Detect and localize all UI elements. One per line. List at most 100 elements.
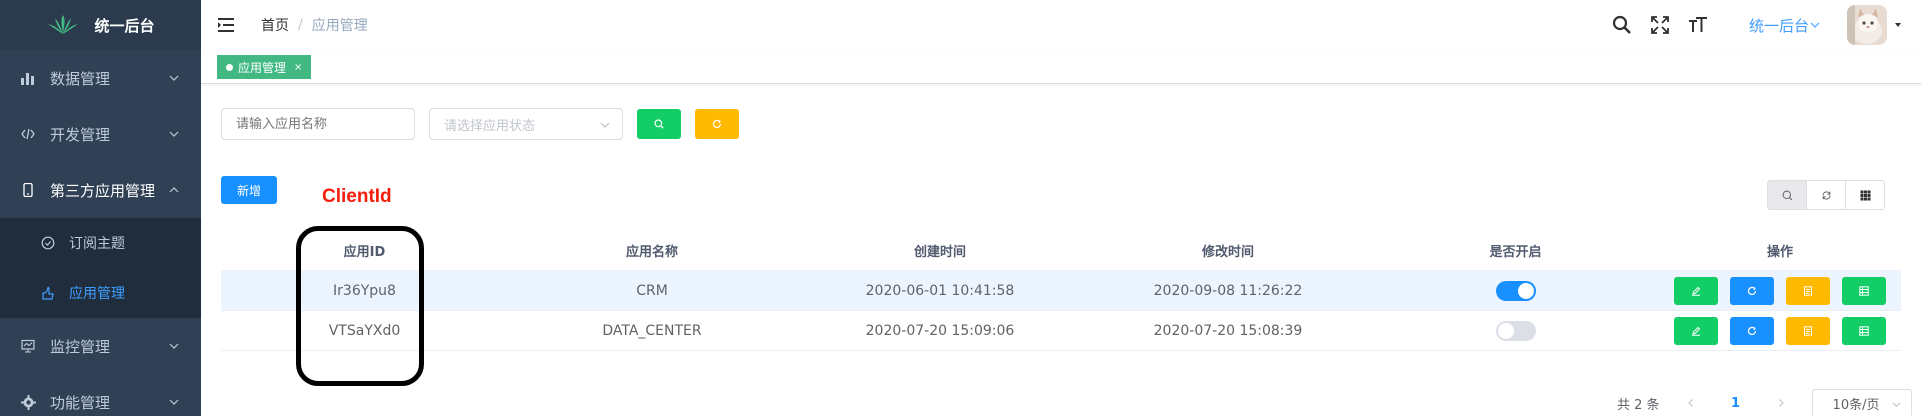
sidebar-item-label: 应用管理 [69,286,125,302]
pagination: 共 2 条 1 10条/页 [1617,389,1912,416]
refresh-button[interactable] [1806,180,1846,210]
search-button[interactable] [637,109,681,139]
sidebar-item-label: 订阅主题 [69,236,125,252]
table-header: 应用ID 应用名称 创建时间 修改时间 是否开启 操作 [221,230,1901,271]
subscribe-button[interactable] [1842,316,1886,345]
edit-button[interactable] [1674,276,1718,305]
breadcrumb-home[interactable]: 首页 [261,15,289,35]
refresh-icon [1747,326,1757,335]
document-icon [1804,285,1812,296]
reset-secret-button[interactable] [1730,276,1774,305]
cell-created: 2020-07-20 15:09:06 [865,322,1015,339]
sidebar-item-label: 监控管理 [50,337,111,356]
sidebar-item-monitor[interactable]: 监控管理 [0,318,201,374]
add-button[interactable]: 新增 [221,176,277,204]
avatar[interactable] [1847,5,1887,45]
document-button[interactable] [1786,316,1830,345]
right-menu: 统一后台 [1611,0,1921,50]
chevron-up-icon [169,187,179,193]
subscribe-button[interactable] [1842,276,1886,305]
logo[interactable]: 统一后台 [0,0,201,50]
user-menu-label: 统一后台 [1748,16,1809,35]
table-row[interactable]: VTSaYXd0 DATA_CENTER 2020-07-20 15:09:06… [221,311,1901,351]
reset-secret-button[interactable] [1730,316,1774,345]
chevron-down-icon [600,122,610,128]
close-icon[interactable]: × [294,62,302,73]
next-page-button[interactable] [1766,389,1796,416]
cell-enabled [1372,320,1659,341]
cell-app-id: VTSaYXd0 [328,322,401,339]
sidebar-item-label: 数据管理 [50,69,111,88]
sidebar-item-third-party[interactable]: 第三方应用管理 [0,162,201,218]
cell-app-name: CRM [636,282,668,299]
bar-chart-icon [20,70,36,86]
tag-label: 应用管理 [238,60,287,75]
app-name-input[interactable] [221,108,415,140]
toggle-search-button[interactable] [1767,180,1807,210]
column-header: 操作 [1766,244,1793,260]
chevron-left-icon [1687,399,1693,407]
code-icon [20,126,36,142]
search-icon[interactable] [1611,14,1633,36]
page-size-select[interactable]: 10条/页 [1811,389,1912,416]
reset-button[interactable] [695,109,739,139]
page-number[interactable]: 1 [1721,389,1751,416]
enabled-switch[interactable] [1495,320,1536,341]
cell-actions [1659,276,1901,305]
list-icon [1859,325,1869,336]
app-status-select[interactable]: 请选择应用状态 [429,108,623,140]
column-header: 创建时间 [913,244,966,260]
column-header: 是否开启 [1489,244,1542,260]
search-form: 请选择应用状态 [221,108,739,140]
sidebar-item-label: 功能管理 [50,393,111,412]
grid-icon [1860,190,1870,200]
circle-check-icon [41,236,55,250]
sidebar-item-app-management[interactable]: 应用管理 [0,268,201,318]
sidebar-item-label: 开发管理 [50,125,111,144]
table-toolbar [1767,180,1885,210]
tags-view: 应用管理 × [201,50,1921,84]
font-size-icon[interactable] [1687,14,1709,36]
sidebar-item-function[interactable]: 功能管理 [0,374,201,416]
breadcrumb: 首页 / 应用管理 [261,15,368,35]
status-placeholder: 请选择应用状态 [444,118,536,134]
caret-down-icon[interactable] [1893,20,1903,30]
settings-icon [20,394,36,410]
chevron-down-icon [169,131,179,137]
chevron-down-icon [1810,22,1820,28]
enabled-switch[interactable] [1495,280,1536,301]
phone-icon [20,182,36,198]
hamburger-icon[interactable] [217,15,237,35]
navbar: 首页 / 应用管理 统一后台 [201,0,1921,50]
prev-page-button[interactable] [1676,389,1706,416]
fullscreen-icon[interactable] [1649,14,1671,36]
chevron-right-icon [1778,399,1784,407]
sidebar-item-label: 第三方应用管理 [50,181,156,200]
cell-modified: 2020-09-08 11:26:22 [1153,282,1303,299]
cell-actions [1659,316,1901,345]
sidebar-item-subscribe-topic[interactable]: 订阅主题 [0,218,201,268]
document-button[interactable] [1786,276,1830,305]
tag-app-management[interactable]: 应用管理 × [217,55,312,79]
refresh-icon [1747,286,1757,295]
columns-button[interactable] [1845,180,1885,210]
user-menu[interactable]: 统一后台 [1749,15,1821,36]
edit-icon [1692,326,1701,336]
column-header: 应用名称 [625,244,678,260]
cell-created: 2020-06-01 10:41:58 [865,282,1015,299]
cell-modified: 2020-07-20 15:08:39 [1153,322,1303,339]
breadcrumb-separator: / [298,17,303,33]
edit-button[interactable] [1674,316,1718,345]
column-header: 应用ID [343,244,386,260]
sidebar-item-data[interactable]: 数据管理 [0,50,201,106]
switch-knob [1497,322,1514,339]
chevron-down-icon [169,343,179,349]
chevron-down-icon [169,75,179,81]
app-title: 统一后台 [94,16,155,35]
pagination-total: 共 2 条 [1617,397,1660,413]
sidebar-item-dev[interactable]: 开发管理 [0,106,201,162]
list-icon [1859,285,1869,296]
hand-icon [41,286,55,300]
chevron-down-icon [169,399,179,405]
table-row[interactable]: Ir36Ypu8 CRM 2020-06-01 10:41:58 2020-09… [221,271,1901,311]
